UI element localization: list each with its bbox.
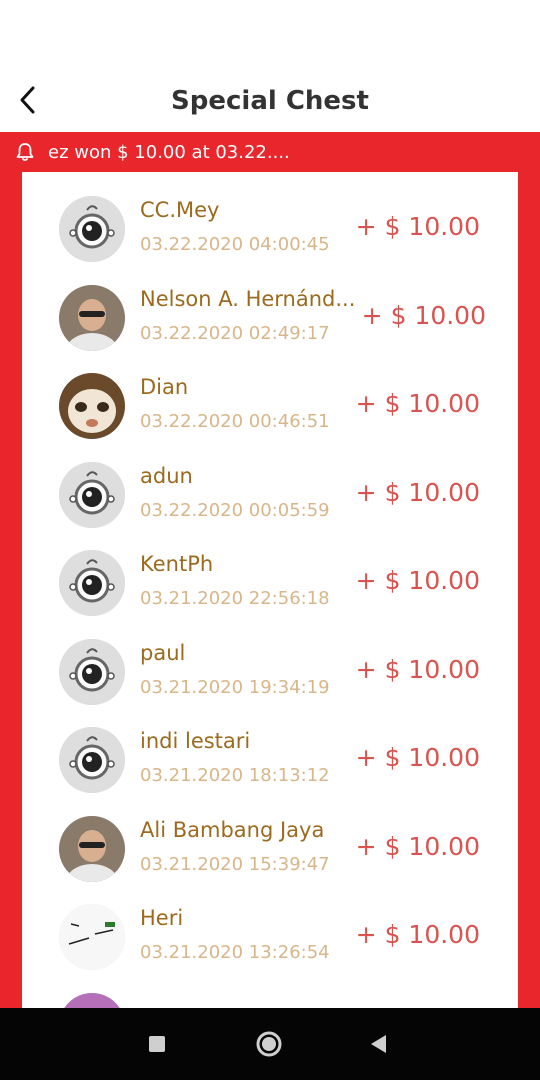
win-timestamp: 03.21.2020 18:13:12 [140,765,330,786]
avatar [59,550,125,616]
win-timestamp: 03.21.2020 13:26:54 [140,942,330,963]
winner-name: Ali Bambang Jaya [140,818,325,842]
win-amount: + $ 10.00 [355,478,480,507]
winner-ticker: ez won $ 10.00 at 03.22.... [0,132,540,172]
win-amount: + $ 10.00 [355,832,480,861]
win-amount: + $ 10.00 [355,389,480,418]
winner-name: Nelson A. Hernánd... [140,287,356,311]
win-timestamp: 03.21.2020 22:56:18 [140,588,330,609]
avatar [59,904,125,970]
winner-name: indi lestari [140,729,251,753]
winner-row[interactable]: adun 03.22.2020 00:05:59 + $ 10.00 [22,450,518,538]
winners-list[interactable]: CC.Mey 03.22.2020 04:00:45 + $ 10.00 Nelson… [22,172,518,1008]
winner-row[interactable]: Heri 03.21.2020 13:26:54 + $ 10.00 [22,892,518,980]
winner-row-partial[interactable] [22,981,518,1008]
winner-name: CC.Mey [140,198,220,222]
win-amount: + $ 10.00 [355,655,480,684]
bell-icon [14,140,38,164]
recents-button[interactable] [141,1028,173,1060]
winner-row[interactable]: Nelson A. Hernánd... 03.22.2020 02:49:17 +… [22,273,518,361]
winner-name: Dian [140,375,189,399]
winner-row[interactable]: Ali Bambang Jaya 03.21.2020 15:39:47 + $ 1… [22,804,518,892]
winner-row[interactable]: CC.Mey 03.22.2020 04:00:45 + $ 10.00 [22,184,518,272]
winner-row[interactable]: KentPh 03.21.2020 22:56:18 + $ 10.00 [22,538,518,626]
avatar [59,727,125,793]
winner-name: adun [140,464,193,488]
home-button[interactable] [253,1028,285,1060]
win-timestamp: 03.22.2020 00:05:59 [140,500,330,521]
win-timestamp: 03.22.2020 04:00:45 [140,234,330,255]
win-timestamp: 03.22.2020 00:46:51 [140,411,330,432]
win-timestamp: 03.21.2020 19:34:19 [140,677,330,698]
square-icon [149,1036,165,1052]
win-amount: + $ 10.00 [355,920,480,949]
header: Special Chest [0,72,540,132]
ticker-text: ez won $ 10.00 at 03.22.... [48,141,290,163]
win-amount: + $ 10.00 [355,566,480,595]
avatar [59,816,125,882]
triangle-back-icon [371,1035,386,1053]
winner-name: paul [140,641,186,665]
back-nav-button[interactable] [363,1028,395,1060]
avatar [59,462,125,528]
winner-row[interactable]: indi lestari 03.21.2020 18:13:12 + $ 10.00 [22,715,518,803]
avatar [59,993,125,1008]
win-timestamp: 03.22.2020 02:49:17 [140,323,330,344]
winner-row[interactable]: paul 03.21.2020 19:34:19 + $ 10.00 [22,627,518,715]
winner-name: Heri [140,906,184,930]
avatar [59,196,125,262]
avatar [59,639,125,705]
winner-name: KentPh [140,552,214,576]
winner-row[interactable]: Dian 03.22.2020 00:46:51 + $ 10.00 [22,361,518,449]
win-timestamp: 03.21.2020 15:39:47 [140,854,330,875]
win-amount: + $ 10.00 [355,212,480,241]
circle-icon [256,1031,282,1057]
avatar [59,285,125,351]
avatar [59,373,125,439]
win-amount: + $ 10.00 [355,743,480,772]
win-amount: + $ 10.00 [361,301,486,330]
android-nav-bar [0,1008,540,1080]
status-bar-area [0,0,540,72]
page-title: Special Chest [171,86,369,116]
